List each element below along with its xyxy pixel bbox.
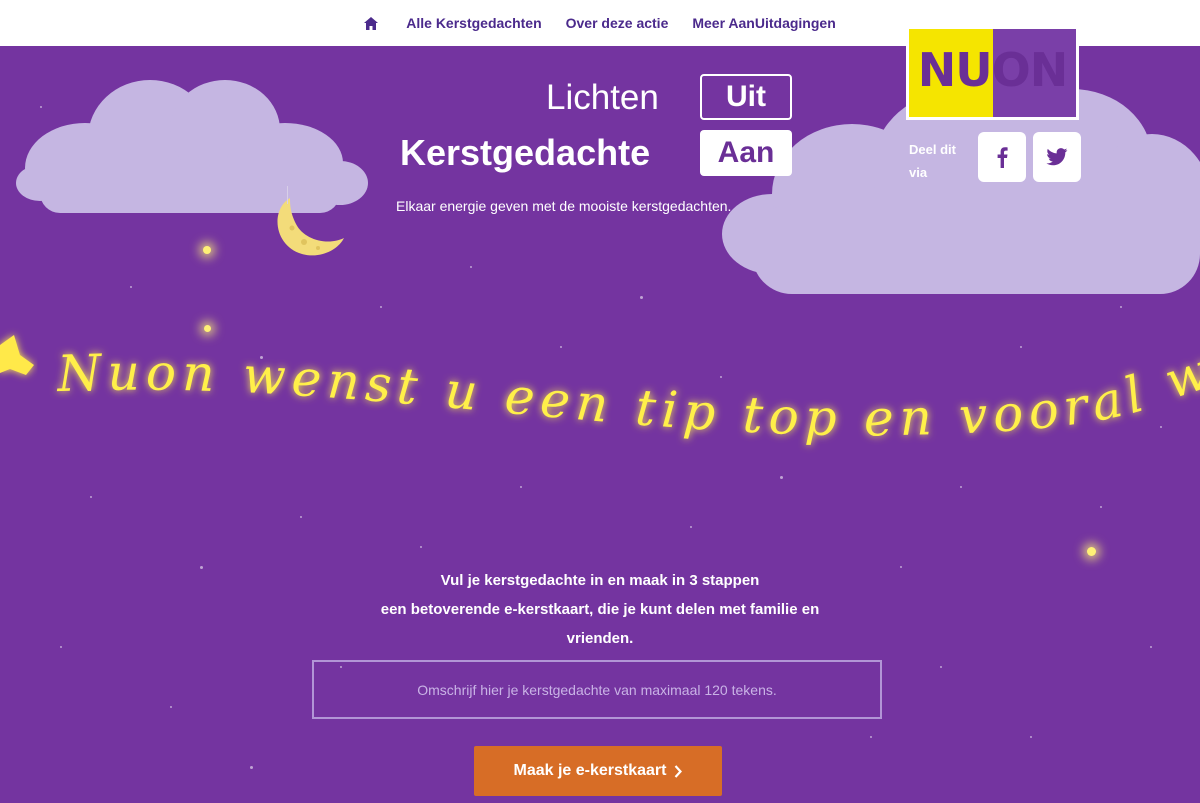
intro-line-1: Vul je kerstgedachte in en maak in 3 sta…	[440, 572, 760, 589]
page-title-kerstgedachte: Kerstgedachte	[400, 132, 651, 173]
twitter-share-button[interactable]	[1033, 132, 1081, 182]
home-icon[interactable]	[364, 16, 379, 30]
kerstgedachte-input-placeholder: Omschrijf hier je kerstgedachte van maxi…	[417, 681, 777, 698]
share-label: Deel dit via	[909, 142, 956, 180]
moon-icon	[277, 198, 344, 256]
intro-line-2: een betoverende e-kerstkaart, die je kun…	[380, 601, 820, 618]
moon-string	[287, 186, 288, 204]
maak-e-kerstkaart-button[interactable]: Maak je e-kerstkaart	[474, 746, 722, 796]
facebook-icon	[997, 147, 1008, 168]
kerstgedachte-input[interactable]: Omschrijf hier je kerstgedachte van maxi…	[312, 660, 882, 719]
nav-link-meer-aanuitdagingen[interactable]: Meer AanUitdagingen	[692, 15, 835, 31]
tagline: Elkaar energie geven met de mooiste kers…	[396, 198, 732, 214]
facebook-share-button[interactable]	[978, 132, 1026, 182]
reindeer-icon	[0, 335, 34, 375]
scrolling-greeting-banner: Nuon wenst u een tip top en vooral w	[0, 335, 1200, 447]
svg-text:Nuon wenst u een tip top en vo: Nuon wenst u een tip top en vooral w	[56, 340, 1200, 447]
sparkle-3	[1087, 547, 1096, 556]
twitter-icon	[1046, 148, 1068, 166]
cta-label: Maak je e-kerstkaart	[513, 762, 667, 779]
toggle-aan[interactable]: Aan	[700, 130, 792, 176]
intro-text: Vul je kerstgedachte in en maak in 3 sta…	[330, 566, 870, 653]
page-title-lichten: Lichten	[546, 78, 659, 117]
toggle-uit[interactable]: Uit	[700, 74, 792, 120]
logo-text: NUON	[917, 43, 1068, 97]
chevron-right-icon	[675, 764, 683, 778]
intro-line-3: vrienden.	[566, 630, 634, 647]
sparkle-1	[203, 246, 211, 254]
nav-link-over-deze-actie[interactable]: Over deze actie	[566, 15, 669, 31]
greeting-banner-text: Nuon wenst u een tip top en vooral w	[56, 340, 1200, 447]
nav-link-alle-kerstgedachten[interactable]: Alle Kerstgedachten	[406, 15, 541, 31]
nuon-logo[interactable]: NUON	[906, 26, 1079, 120]
